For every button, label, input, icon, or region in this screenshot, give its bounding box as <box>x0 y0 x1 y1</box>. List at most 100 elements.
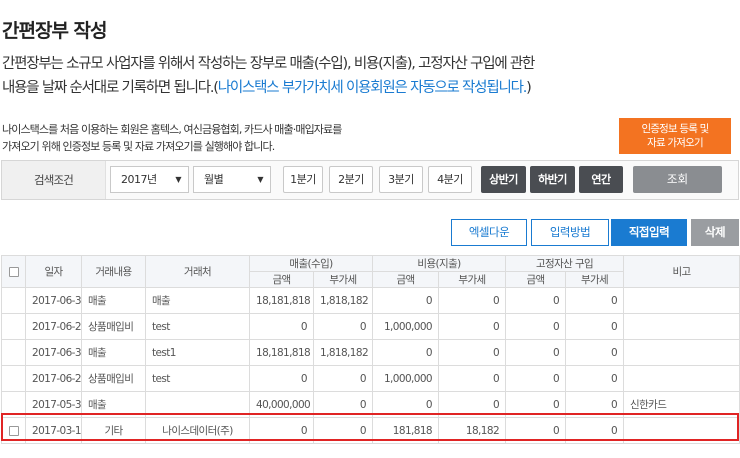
cell-asset-amount: 0 <box>505 417 567 444</box>
cell-note: 신한카드 <box>623 391 740 418</box>
notice-line-1: 나이스택스를 처음 이용하는 회원은 홈텍스, 여신금융협회, 카드사 매출·매… <box>2 123 342 136</box>
period-select[interactable]: 월별 ▼ <box>193 166 271 193</box>
table-row[interactable]: 2017-06-27 상품매입비 test 0 0 1,000,000 0 0 … <box>1 365 740 392</box>
row-select-cell <box>1 339 26 366</box>
page-title: 간편장부 작성 <box>2 20 107 42</box>
col-note: 비고 <box>623 255 740 288</box>
cell-note <box>623 313 740 340</box>
cell-note <box>623 417 740 444</box>
cell-date: 2017-06-30 <box>25 287 82 314</box>
cell-type: 매출 <box>81 287 146 314</box>
input-method-button[interactable]: 입력방법 <box>531 219 609 246</box>
cell-expense-amount: 0 <box>372 287 440 314</box>
cell-partner: 매출 <box>145 287 250 314</box>
select-all-cell <box>1 255 26 288</box>
description-line-2: 내용을 날짜 순서대로 기록하면 됩니다.(나이스택스 부가가치세 이용회원은 … <box>2 76 602 100</box>
row-select-cell <box>1 417 26 444</box>
cert-button-line-2: 자료 가져오기 <box>647 137 704 149</box>
cell-partner: 나이스데이터(주) <box>145 417 250 444</box>
cell-asset-amount: 0 <box>505 339 567 366</box>
period-select-value: 월별 <box>204 173 224 186</box>
row-select-cell <box>1 365 26 392</box>
chevron-down-icon: ▼ <box>257 175 263 184</box>
first-use-notice: 나이스택스를 처음 이용하는 회원은 홈텍스, 여신금융협회, 카드사 매출·매… <box>2 121 382 155</box>
cell-sales-vat: 1,818,182 <box>312 287 374 314</box>
cell-asset-vat: 0 <box>565 417 625 444</box>
cell-partner: test <box>145 365 250 392</box>
year-select-value: 2017년 <box>121 173 157 186</box>
first-half-button[interactable]: 상반기 <box>481 166 526 193</box>
year-select[interactable]: 2017년 ▼ <box>110 166 189 193</box>
cert-register-import-button[interactable]: 인증정보 등록 및 자료 가져오기 <box>619 118 731 154</box>
delete-button[interactable]: 삭제 <box>691 219 739 246</box>
cell-asset-vat: 0 <box>565 391 625 418</box>
cell-expense-amount: 0 <box>372 339 440 366</box>
cell-expense-vat: 0 <box>438 287 507 314</box>
cell-expense-amount: 0 <box>372 391 440 418</box>
col-expense-vat: 부가세 <box>438 271 507 288</box>
cell-sales-amount: 18,181,818 <box>249 339 314 366</box>
excel-download-button[interactable]: 엑셀다운 <box>451 219 527 246</box>
cell-asset-vat: 0 <box>565 313 625 340</box>
cell-expense-vat: 18,182 <box>438 417 507 444</box>
q2-button[interactable]: 2분기 <box>329 166 373 193</box>
q3-button[interactable]: 3분기 <box>379 166 423 193</box>
cell-partner: test1 <box>145 339 250 366</box>
cell-note <box>623 365 740 392</box>
cert-button-line-1: 인증정보 등록 및 <box>641 123 709 135</box>
row-checkbox[interactable] <box>8 425 19 436</box>
cell-type: 기타 <box>81 417 146 444</box>
cell-sales-vat: 1,818,182 <box>312 339 374 366</box>
search-conditions-label: 검색조건 <box>2 161 106 199</box>
cell-asset-amount: 0 <box>505 313 567 340</box>
col-partner: 거래처 <box>145 255 250 288</box>
cell-date: 2017-06-27 <box>25 365 82 392</box>
cell-type: 매출 <box>81 339 146 366</box>
table-row-highlighted[interactable]: 2017-03-15 기타 나이스데이터(주) 0 0 181,818 18,1… <box>1 417 740 444</box>
cell-type: 상품매입비 <box>81 313 146 340</box>
cell-type: 상품매입비 <box>81 365 146 392</box>
cell-note <box>623 339 740 366</box>
search-conditions-bar: 검색조건 2017년 ▼ 월별 ▼ 1분기 2분기 3분기 4분기 상반기 하반기 … <box>1 160 739 200</box>
cell-expense-vat: 0 <box>438 391 507 418</box>
col-sales-amount: 금액 <box>249 271 314 288</box>
select-all-checkbox[interactable] <box>8 266 19 277</box>
chevron-down-icon: ▼ <box>175 175 181 184</box>
cell-partner: test <box>145 313 250 340</box>
cell-sales-amount: 40,000,000 <box>249 391 314 418</box>
row-select-cell <box>1 313 26 340</box>
cell-asset-amount: 0 <box>505 391 567 418</box>
col-expense: 비용(지출) <box>372 255 507 272</box>
description-close-paren: ) <box>526 80 532 96</box>
col-asset-amount: 금액 <box>505 271 567 288</box>
cell-asset-vat: 0 <box>565 287 625 314</box>
row-select-cell <box>1 287 26 314</box>
cell-sales-vat: 0 <box>312 417 374 444</box>
cell-sales-amount: 0 <box>249 365 314 392</box>
annual-button[interactable]: 연간 <box>579 166 623 193</box>
cell-expense-vat: 0 <box>438 365 507 392</box>
cell-asset-vat: 0 <box>565 365 625 392</box>
cell-note <box>623 287 740 314</box>
col-date: 일자 <box>25 255 82 288</box>
cell-asset-amount: 0 <box>505 287 567 314</box>
cell-sales-vat: 0 <box>312 313 374 340</box>
notice-line-2: 가져오기 위해 인증정보 등록 및 자료 가져오기를 실행해야 합니다. <box>2 140 275 153</box>
cell-expense-amount: 181,818 <box>372 417 440 444</box>
description-line-1: 간편장부는 소규모 사업자를 위해서 작성하는 장부로 매출(수입), 비용(지… <box>2 56 535 72</box>
table-row[interactable]: 2017-06-30 매출 매출 18,181,818 1,818,182 0 … <box>1 287 740 314</box>
second-half-button[interactable]: 하반기 <box>530 166 575 193</box>
q4-button[interactable]: 4분기 <box>428 166 472 193</box>
row-select-cell <box>1 391 26 418</box>
col-expense-amount: 금액 <box>372 271 440 288</box>
inquiry-button[interactable]: 조회 <box>633 166 722 193</box>
table-row[interactable]: 2017-05-31 매출 40,000,000 0 0 0 0 0 신한카드 <box>1 391 740 418</box>
cell-date: 2017-03-15 <box>25 417 82 444</box>
col-type: 거래내용 <box>81 255 146 288</box>
q1-button[interactable]: 1분기 <box>283 166 323 193</box>
table-row[interactable]: 2017-06-27 상품매입비 test 0 0 1,000,000 0 0 … <box>1 313 740 340</box>
cell-expense-amount: 1,000,000 <box>372 313 440 340</box>
col-sales-vat: 부가세 <box>312 271 374 288</box>
direct-input-button[interactable]: 직접입력 <box>611 219 687 246</box>
table-row[interactable]: 2017-06-30 매출 test1 18,181,818 1,818,182… <box>1 339 740 366</box>
